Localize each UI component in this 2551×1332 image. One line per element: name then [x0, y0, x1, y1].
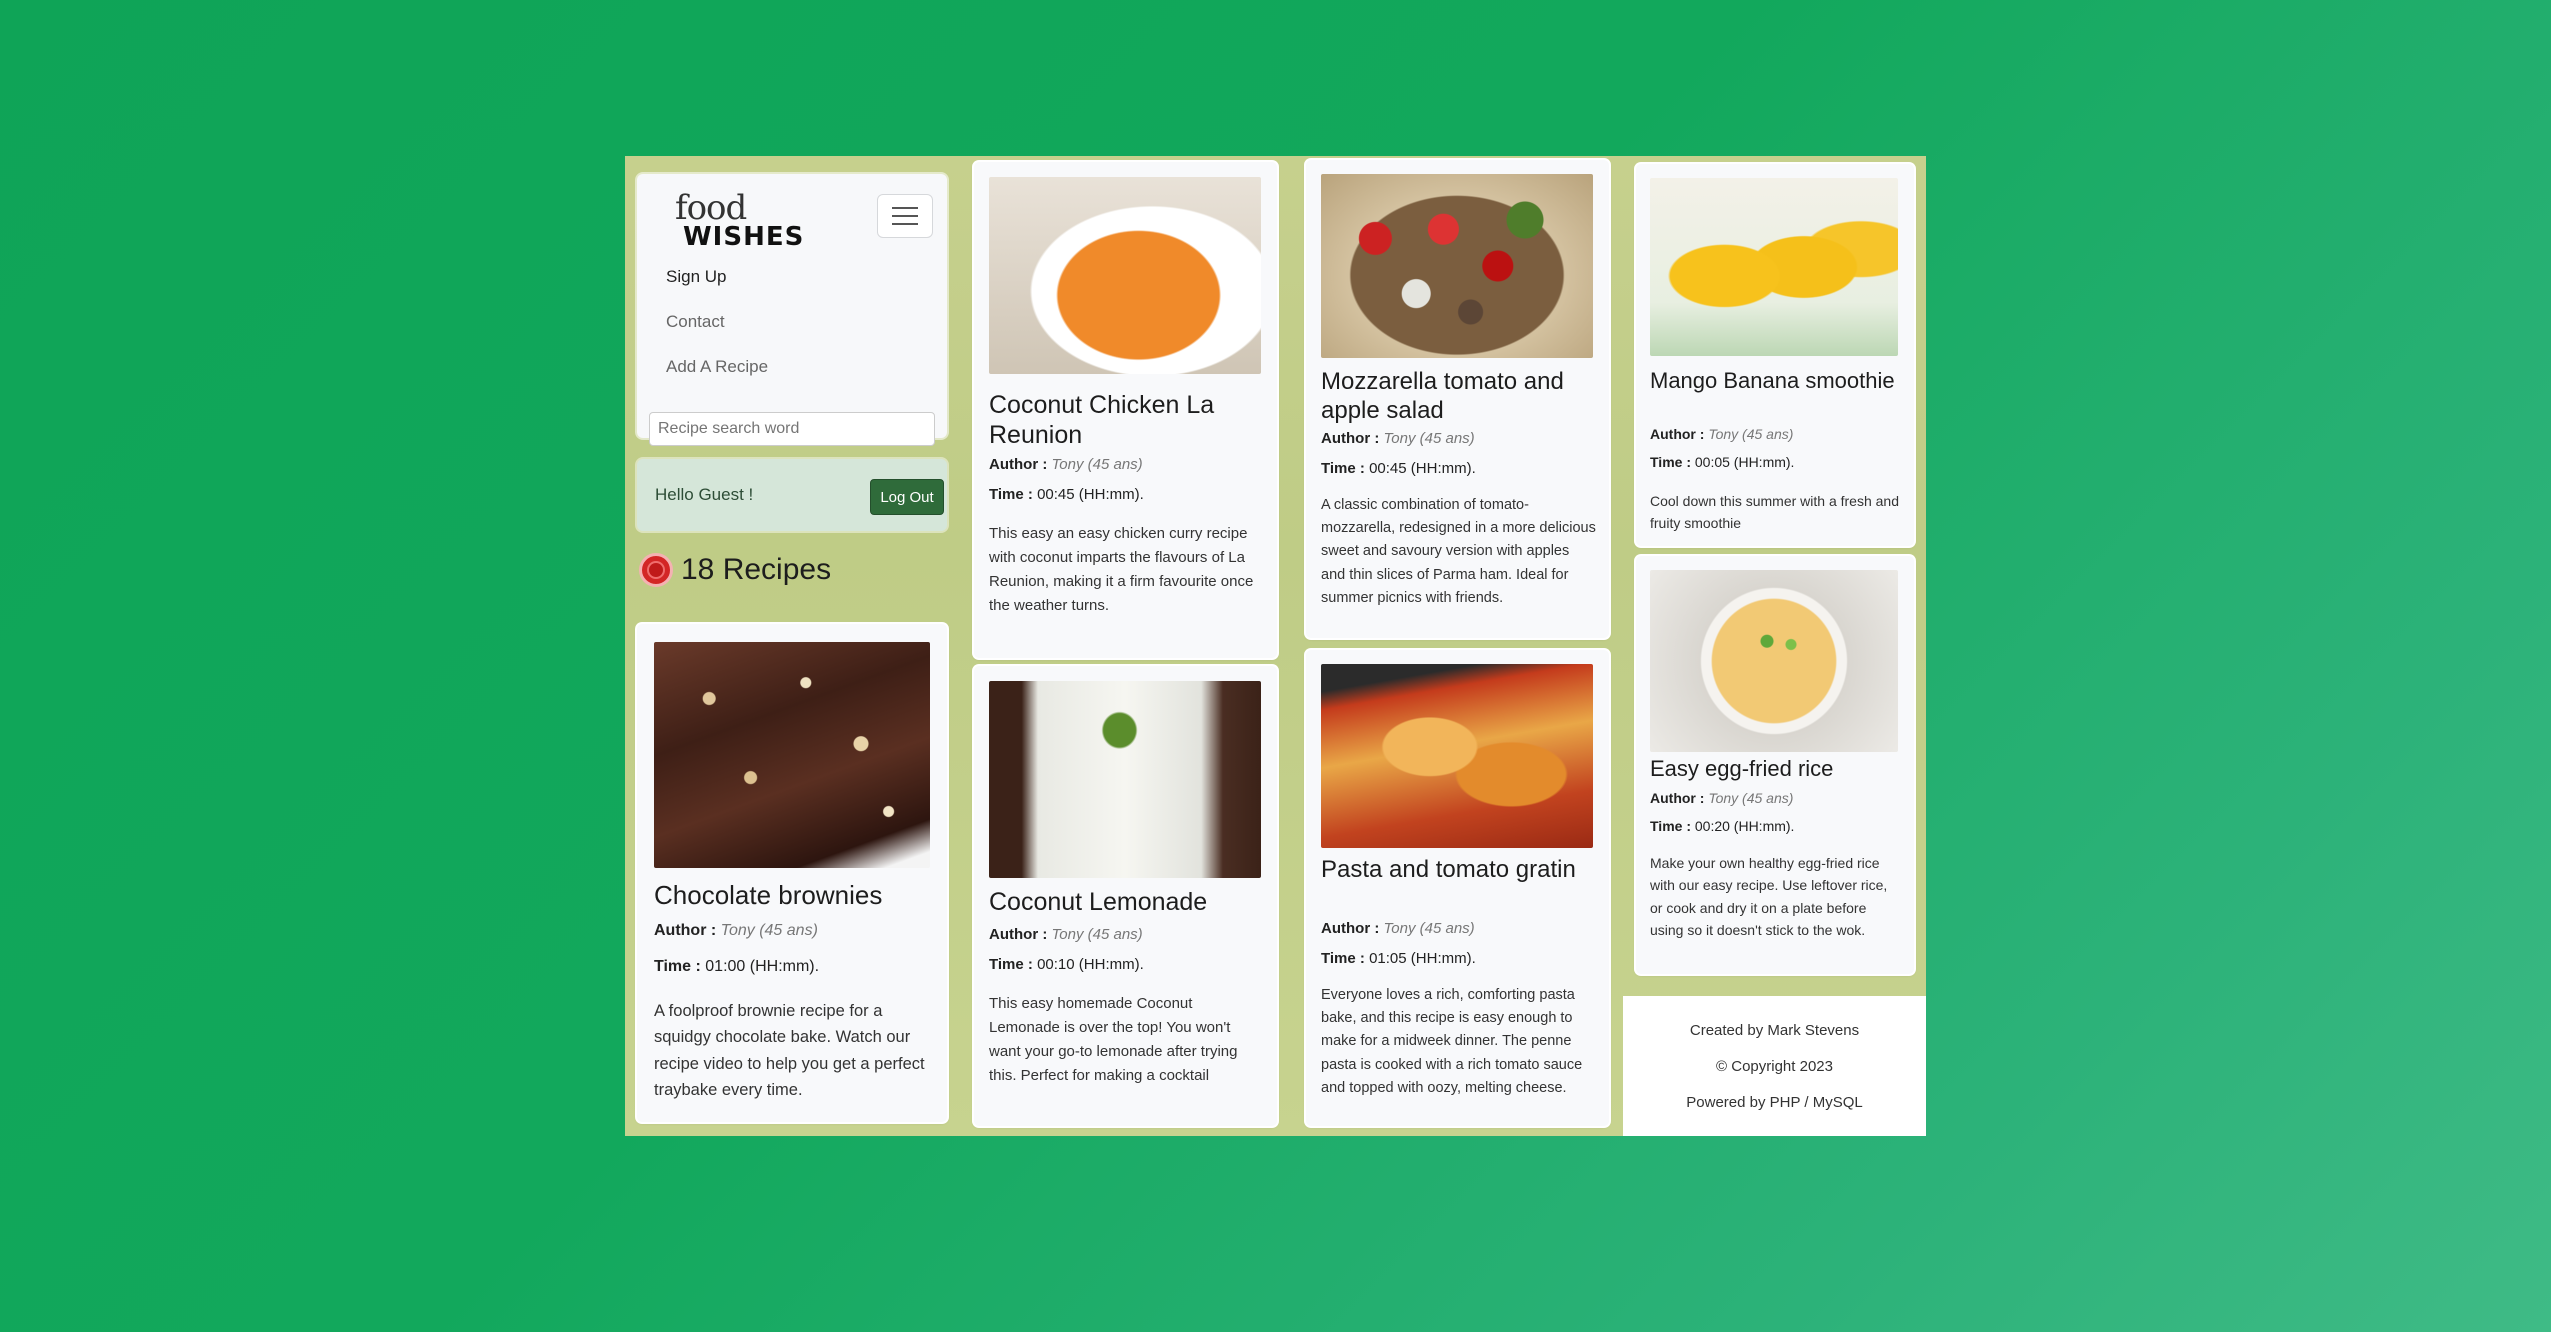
recipe-author: Author : Tony (45 ans) [989, 926, 1143, 943]
time-label: Time : [654, 958, 701, 975]
time-value: 01:05 (HH:mm). [1369, 950, 1476, 967]
time-label: Time : [1321, 950, 1365, 967]
recipe-description: A foolproof brownie recipe for a squidgy… [654, 1002, 925, 1100]
nav-link-add-recipe[interactable]: Add A Recipe [666, 357, 768, 377]
recipe-card[interactable]: Pasta and tomato gratin Author : Tony (4… [1306, 650, 1609, 1126]
recipe-time: Time : 00:45 (HH:mm). [1321, 460, 1476, 477]
time-label: Time : [1321, 460, 1365, 477]
recipe-image[interactable] [989, 177, 1261, 374]
recipe-author: Author : Tony (45 ans) [1650, 790, 1793, 806]
recipe-title[interactable]: Pasta and tomato gratin [1321, 856, 1601, 885]
recipe-author: Author : Tony (45 ans) [654, 922, 818, 940]
author-label: Author : [1650, 426, 1705, 442]
recipe-image[interactable] [1650, 178, 1898, 356]
recipe-time: Time : 01:05 (HH:mm). [1321, 950, 1476, 967]
recipe-author: Author : Tony (45 ans) [1650, 426, 1793, 442]
recipe-author: Author : Tony (45 ans) [989, 456, 1143, 473]
time-label: Time : [989, 486, 1033, 503]
recipe-description: A classic combination of tomato-mozzarel… [1321, 497, 1596, 606]
author-value: Tony (45 ans) [1708, 790, 1794, 806]
author-value: Tony (45 ans) [1708, 426, 1794, 442]
footer-powered-by: Powered by PHP / MySQL [1686, 1094, 1863, 1111]
recipe-title[interactable]: Easy egg-fried rice [1650, 756, 1900, 782]
recipe-image[interactable] [654, 642, 930, 868]
logout-button[interactable]: Log Out [870, 479, 944, 515]
author-label: Author : [654, 922, 717, 939]
hamburger-icon-bar [892, 215, 918, 217]
recipe-card[interactable]: Chocolate brownies Author : Tony (45 ans… [637, 624, 947, 1122]
recipe-card[interactable]: Easy egg-fried rice Author : Tony (45 an… [1636, 556, 1914, 974]
recipe-description: Cool down this summer with a fresh and f… [1650, 493, 1899, 532]
time-value: 00:10 (HH:mm). [1037, 956, 1144, 973]
recipe-title[interactable]: Coconut Lemonade [989, 887, 1264, 917]
footer-copyright: © Copyright 2023 [1716, 1058, 1833, 1075]
time-label: Time : [1650, 454, 1691, 470]
recipe-time: Time : 00:05 (HH:mm). [1650, 454, 1794, 470]
brand-logo-line2: WISHES [683, 222, 805, 252]
brand-logo[interactable]: food WISHES [675, 188, 803, 252]
recipe-author: Author : Tony (45 ans) [1321, 920, 1475, 937]
author-label: Author : [1650, 790, 1705, 806]
recipe-description: Everyone loves a rich, comforting pasta … [1321, 987, 1583, 1096]
recipe-description: This easy homemade Coconut Lemonade is o… [989, 995, 1238, 1084]
recipes-count-text: 18 Recipes [681, 553, 832, 586]
author-label: Author : [989, 456, 1048, 473]
author-value: Tony (45 ans) [1383, 430, 1475, 447]
greeting-text: Hello Guest ! [655, 485, 754, 504]
author-value: Tony (45 ans) [1051, 926, 1143, 943]
menu-toggle-button[interactable] [877, 194, 933, 238]
author-value: Tony (45 ans) [1383, 920, 1475, 937]
hamburger-icon-bar [892, 223, 918, 225]
app-window: food WISHES Sign Up Contact Add A Recipe… [625, 156, 1926, 1136]
recipe-card[interactable]: Mozzarella tomato and apple salad Author… [1306, 160, 1609, 638]
recipe-description: Make your own healthy egg-fried rice wit… [1650, 855, 1888, 939]
greeting-alert: Hello Guest ! Log Out [637, 459, 947, 531]
author-value: Tony (45 ans) [1051, 456, 1143, 473]
recipe-image[interactable] [989, 681, 1261, 878]
nav-link-sign-up[interactable]: Sign Up [666, 267, 726, 287]
time-value: 01:00 (HH:mm). [705, 958, 820, 975]
recipe-search-input[interactable] [649, 412, 935, 446]
hamburger-icon-bar [892, 207, 918, 209]
recipe-time: Time : 00:10 (HH:mm). [989, 956, 1144, 973]
recipe-image[interactable] [1321, 664, 1593, 848]
recipe-description: This easy an easy chicken curry recipe w… [989, 525, 1254, 614]
navbar: food WISHES Sign Up Contact Add A Recipe [637, 174, 947, 446]
time-value: 00:45 (HH:mm). [1369, 460, 1476, 477]
recipe-time: Time : 01:00 (HH:mm). [654, 958, 819, 976]
recipe-card[interactable]: Coconut Lemonade Author : Tony (45 ans) … [974, 666, 1277, 1126]
record-icon [639, 553, 673, 587]
time-value: 00:05 (HH:mm). [1694, 454, 1795, 470]
recipe-title[interactable]: Coconut Chicken La Reunion [989, 390, 1264, 450]
recipe-time: Time : 00:20 (HH:mm). [1650, 818, 1794, 834]
recipe-time: Time : 00:45 (HH:mm). [989, 486, 1144, 503]
recipe-title[interactable]: Mango Banana smoothie [1650, 368, 1900, 394]
author-label: Author : [989, 926, 1048, 943]
footer-created-by: Created by Mark Stevens [1689, 1022, 1860, 1039]
recipe-author: Author : Tony (45 ans) [1321, 430, 1475, 447]
recipe-card[interactable]: Coconut Chicken La Reunion Author : Tony… [974, 162, 1277, 658]
recipe-image[interactable] [1650, 570, 1898, 752]
recipe-image[interactable] [1321, 174, 1593, 358]
recipes-count: 18 Recipes [639, 550, 831, 590]
recipe-card[interactable]: Mango Banana smoothie Author : Tony (45 … [1636, 164, 1914, 546]
author-label: Author : [1321, 430, 1380, 447]
time-value: 00:20 (HH:mm). [1694, 818, 1795, 834]
nav-link-contact[interactable]: Contact [666, 312, 725, 332]
time-label: Time : [1650, 818, 1691, 834]
author-value: Tony (45 ans) [720, 922, 818, 939]
recipe-title[interactable]: Chocolate brownies [654, 880, 934, 911]
footer: Created by Mark Stevens © Copyright 2023… [1623, 996, 1926, 1136]
time-label: Time : [989, 956, 1033, 973]
author-label: Author : [1321, 920, 1380, 937]
recipe-title[interactable]: Mozzarella tomato and apple salad [1321, 368, 1601, 426]
time-value: 00:45 (HH:mm). [1037, 486, 1144, 503]
